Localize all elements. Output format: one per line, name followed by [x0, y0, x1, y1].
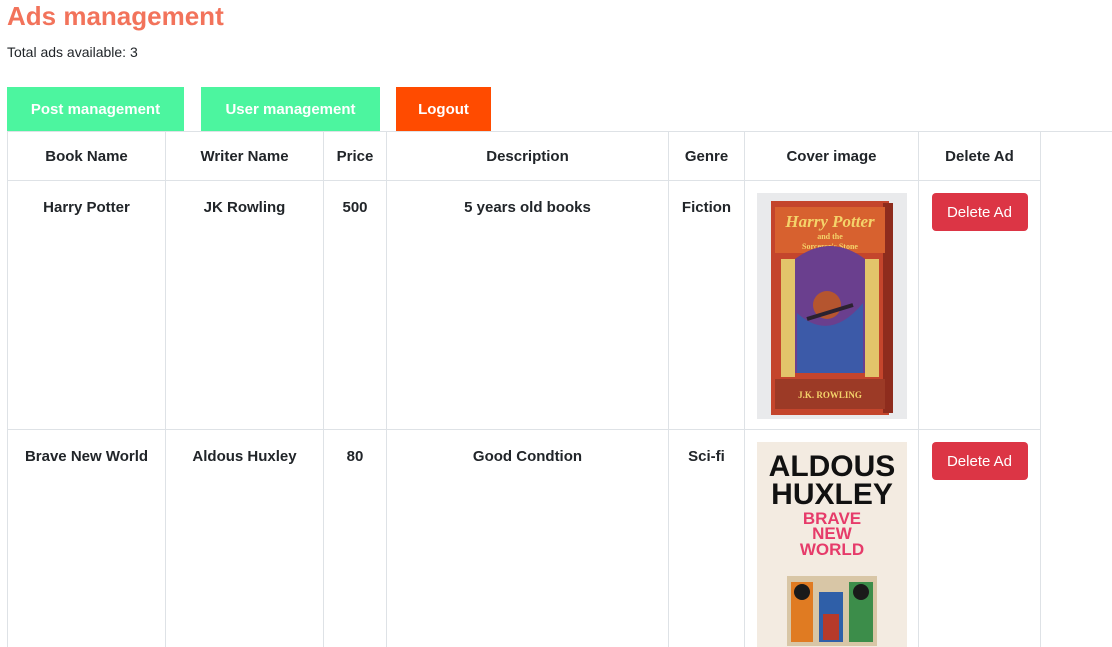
- user-management-button[interactable]: User management: [201, 87, 380, 131]
- cell-book-name: Harry Potter: [7, 180, 166, 430]
- cover-title-line1: Harry Potter: [784, 212, 875, 231]
- total-ads-count: Total ads available: 3: [7, 44, 138, 60]
- cell-genre: Sci-fi: [668, 429, 745, 647]
- cell-delete-ad: Delete Ad: [918, 180, 1041, 430]
- logout-button[interactable]: Logout: [396, 87, 491, 131]
- header-book-name: Book Name: [7, 131, 166, 181]
- delete-ad-button[interactable]: Delete Ad: [931, 442, 1028, 480]
- cell-book-name: Brave New World: [7, 429, 166, 647]
- cell-writer-name: JK Rowling: [165, 180, 324, 430]
- header-writer-name: Writer Name: [165, 131, 324, 181]
- cover-author: J.K. ROWLING: [798, 390, 862, 400]
- cell-price: 500: [323, 180, 387, 430]
- header-description: Description: [386, 131, 669, 181]
- cover-title-line3: WORLD: [799, 540, 863, 559]
- ads-table: Book Name Writer Name Price Description …: [7, 131, 1041, 647]
- table-row: Brave New World Aldous Huxley 80 Good Co…: [7, 429, 1041, 647]
- page-title: Ads management: [7, 1, 224, 31]
- cell-price: 80: [323, 429, 387, 647]
- header-cover-image: Cover image: [744, 131, 919, 181]
- harry-potter-cover-image: Harry Potter and the Sorcerer's Stone J.…: [756, 193, 907, 419]
- cell-description: 5 years old books: [386, 180, 669, 430]
- delete-ad-button[interactable]: Delete Ad: [931, 193, 1028, 231]
- cell-delete-ad: Delete Ad: [918, 429, 1041, 647]
- cell-cover-image: Harry Potter and the Sorcerer's Stone J.…: [744, 180, 919, 430]
- cell-genre: Fiction: [668, 180, 745, 430]
- ads-table-container: Book Name Writer Name Price Description …: [7, 131, 1112, 647]
- header-genre: Genre: [668, 131, 745, 181]
- table-header-row: Book Name Writer Name Price Description …: [7, 131, 1041, 181]
- table-row: Harry Potter JK Rowling 500 5 years old …: [7, 180, 1041, 430]
- cell-writer-name: Aldous Huxley: [165, 429, 324, 647]
- post-management-button[interactable]: Post management: [7, 87, 184, 131]
- header-price: Price: [323, 131, 387, 181]
- cover-author-line2: HUXLEY: [771, 478, 893, 511]
- cover-title-line2: and the: [817, 232, 843, 241]
- cell-cover-image: ALDOUS HUXLEY BRAVE NEW WORLD: [744, 429, 919, 647]
- brave-new-world-cover-image: ALDOUS HUXLEY BRAVE NEW WORLD: [756, 442, 907, 647]
- header-delete-ad: Delete Ad: [918, 131, 1041, 181]
- cell-description: Good Condtion: [386, 429, 669, 647]
